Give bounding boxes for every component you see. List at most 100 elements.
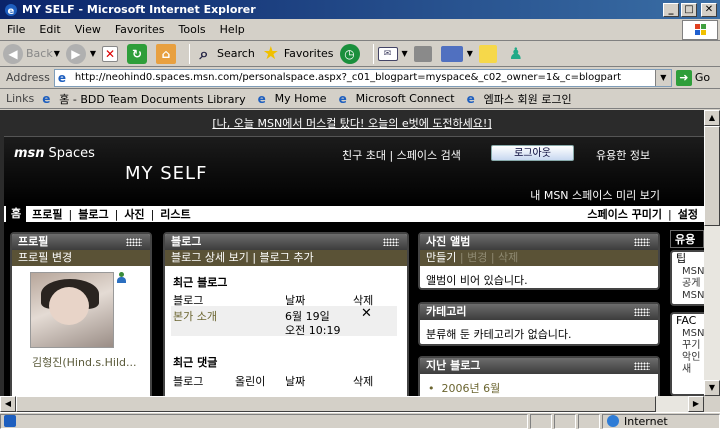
archive-panel-header[interactable]: 지난 블로그: [420, 358, 658, 374]
address-dropdown-icon[interactable]: ▼: [654, 69, 671, 86]
faq-line[interactable]: 악인: [672, 352, 704, 364]
useful-info-tab[interactable]: 유용: [670, 230, 704, 248]
mail-dropdown-icon[interactable]: ▼: [402, 49, 408, 58]
delete-entry-icon[interactable]: ✕: [361, 306, 372, 321]
faq-line[interactable]: MSN: [672, 328, 704, 340]
profile-photo[interactable]: [30, 272, 114, 348]
table-row: 본가 소개 6월 19일 오전 10:19 ✕: [171, 306, 397, 337]
tips-line[interactable]: MSN: [672, 290, 704, 302]
nav-customize[interactable]: 스페이스 꾸미기: [581, 206, 668, 222]
drag-grip-icon[interactable]: [634, 238, 650, 246]
archive-item-label: 2006년 6월: [441, 382, 501, 395]
profile-panel-title: 프로필: [18, 235, 49, 248]
header-links[interactable]: 친구 초대 | 스페이스 검색: [342, 147, 461, 163]
scroll-up-icon[interactable]: ▲: [704, 110, 720, 126]
mail-button[interactable]: ✉ ▼: [377, 46, 408, 61]
edit-button[interactable]: ▼: [440, 45, 473, 62]
scroll-left-icon[interactable]: ◀: [0, 396, 16, 412]
address-input[interactable]: e http://neohind0.spaces.msn.com/persona…: [53, 68, 672, 87]
promo-link[interactable]: [나, 오늘 MSN에서 머스컬 탔다! 오늘의 e벗에 도전하세요!]: [212, 115, 491, 131]
link-empas-login[interactable]: e 엠파스 회원 로그인: [467, 91, 572, 107]
stop-button[interactable]: ✕: [102, 45, 121, 62]
scroll-down-icon[interactable]: ▼: [704, 380, 720, 396]
print-button[interactable]: [413, 45, 435, 62]
drag-grip-icon[interactable]: [126, 238, 142, 246]
faq-panel: FAC MSN 꾸기 악인 새: [670, 312, 704, 396]
link-bdd-library[interactable]: e 홈 - BDD Team Documents Library: [42, 91, 245, 107]
stop-icon: ✕: [102, 45, 119, 62]
history-button[interactable]: ◷: [339, 43, 363, 64]
blog-actions[interactable]: 블로그 상세 보기 | 블로그 추가: [165, 250, 407, 266]
status-bar: Internet: [0, 412, 720, 429]
faq-line[interactable]: 새: [672, 364, 704, 376]
category-panel-header[interactable]: 카테고리: [420, 304, 658, 320]
forward-arrow-icon: ▶: [65, 43, 86, 64]
link-microsoft-connect[interactable]: e Microsoft Connect: [339, 92, 455, 106]
logout-button[interactable]: 로그아웃: [491, 145, 574, 161]
msn-spaces-logo[interactable]: msn Spaces: [14, 146, 95, 161]
tips-line[interactable]: 공게: [672, 278, 704, 290]
horizontal-scrollbar[interactable]: ◀ ▶: [0, 396, 704, 412]
discuss-button[interactable]: [478, 44, 500, 63]
favorites-button[interactable]: ★ Favorites: [261, 43, 334, 64]
vertical-scroll-thumb[interactable]: [704, 126, 720, 226]
refresh-button[interactable]: ↻: [127, 43, 150, 64]
nav-home[interactable]: 홈: [6, 206, 27, 222]
close-button[interactable]: ✕: [701, 2, 717, 17]
menu-favorites[interactable]: Favorites: [108, 23, 172, 36]
nav-lists[interactable]: 리스트: [154, 206, 196, 222]
profile-name[interactable]: 김형진(Hind.s.Hild...: [32, 354, 137, 370]
useful-info-link[interactable]: 유용한 정보: [596, 147, 650, 163]
search-button[interactable]: ⌕ Search: [194, 44, 255, 64]
menu-view[interactable]: View: [68, 23, 108, 36]
faq-panel-header: FAC: [676, 314, 697, 327]
recent-blog-heading: 최근 블로그: [173, 276, 228, 289]
space-navbar: 홈 프로필 | 블로그 | 사진 | 리스트 스페이스 꾸미기 | 설정: [4, 206, 704, 224]
album-panel-header[interactable]: 사진 앨범: [420, 234, 658, 250]
link-my-home[interactable]: e My Home: [258, 92, 327, 106]
nav-profile[interactable]: 프로필: [26, 206, 68, 222]
nav-blog[interactable]: 블로그: [72, 206, 114, 222]
search-label: Search: [217, 47, 255, 60]
profile-panel-header[interactable]: 프로필: [12, 234, 150, 250]
minimize-button[interactable]: _: [663, 2, 679, 17]
favorites-star-icon: ★: [262, 43, 279, 64]
nav-settings[interactable]: 설정: [672, 206, 704, 222]
scroll-right-icon[interactable]: ▶: [688, 396, 704, 412]
menu-help[interactable]: Help: [213, 23, 252, 36]
blog-panel-header[interactable]: 블로그: [165, 234, 407, 250]
edit-dropdown-icon[interactable]: ▼: [467, 49, 473, 58]
category-panel: 카테고리 분류해 둔 카테고리가 없습니다.: [418, 302, 660, 346]
blog-entry-link[interactable]: 본가 소개: [173, 308, 217, 324]
drag-grip-icon[interactable]: [383, 238, 399, 246]
archive-item[interactable]: • 2006년 6월: [428, 380, 500, 396]
messenger-button[interactable]: ♟: [506, 44, 529, 64]
vertical-scrollbar[interactable]: ▲ ▼: [704, 110, 720, 396]
preview-link[interactable]: 내 MSN 스페이스 미리 보기: [530, 187, 660, 203]
ie-app-icon: e: [4, 3, 18, 17]
menu-bar: File Edit View Favorites Tools Help: [0, 19, 720, 41]
go-button[interactable]: ➜ Go: [675, 69, 710, 86]
tips-line[interactable]: MSN: [672, 266, 704, 278]
security-zone: Internet: [602, 413, 720, 429]
home-button[interactable]: ⌂: [156, 43, 179, 64]
drag-grip-icon[interactable]: [634, 362, 650, 370]
ie-page-icon: e: [338, 91, 347, 106]
faq-line[interactable]: 꾸기: [672, 340, 704, 352]
forward-dropdown-icon[interactable]: ▼: [90, 49, 96, 58]
profile-edit-link[interactable]: 프로필 변경: [12, 250, 150, 266]
drag-grip-icon[interactable]: [634, 308, 650, 316]
back-button[interactable]: ◀ Back ▼: [3, 43, 60, 64]
back-dropdown-icon[interactable]: ▼: [54, 49, 60, 58]
menu-file[interactable]: File: [0, 23, 32, 36]
menu-tools[interactable]: Tools: [172, 23, 213, 36]
menu-edit[interactable]: Edit: [32, 23, 67, 36]
horizontal-scroll-thumb[interactable]: [16, 396, 656, 412]
col-date: 날짜: [285, 375, 306, 388]
link-label: 홈 - BDD Team Documents Library: [59, 92, 246, 106]
maximize-button[interactable]: □: [681, 2, 697, 17]
forward-button[interactable]: ▶ ▼: [65, 43, 96, 64]
album-create-link[interactable]: 만들기: [426, 251, 456, 264]
nav-photos[interactable]: 사진: [118, 206, 150, 222]
address-url[interactable]: http://neohind0.spaces.msn.com/personals…: [75, 72, 655, 83]
